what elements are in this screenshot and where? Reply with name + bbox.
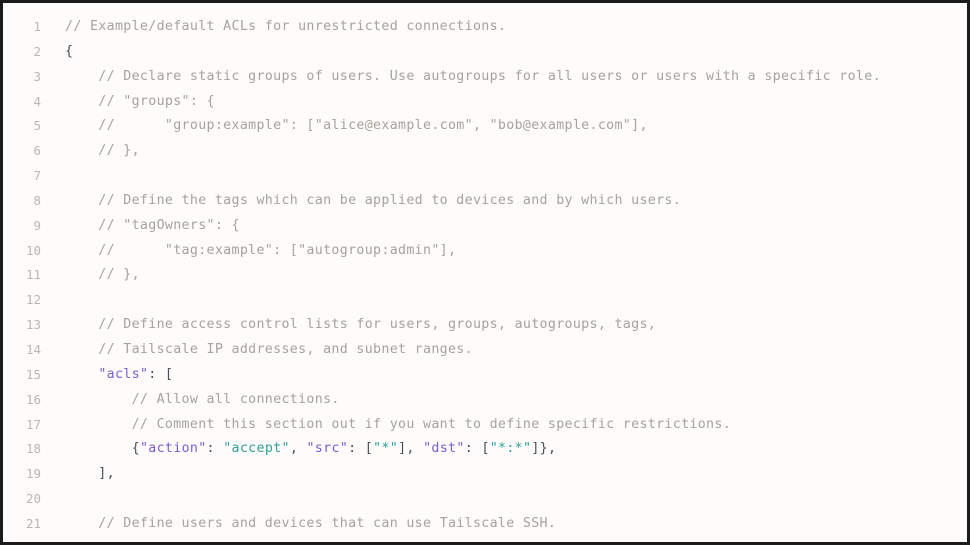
line-number: 4 <box>33 93 41 109</box>
code-line[interactable]: 18 {"action": "accept", "src": ["*"], "d… <box>3 437 967 462</box>
code-line-content[interactable]: // "tagOwners": { <box>47 214 967 239</box>
token-punct: { <box>131 441 140 457</box>
token-string: "*" <box>373 441 399 457</box>
code-line-content[interactable]: // Allow all connections. <box>47 388 967 413</box>
code-line[interactable]: 10 // "tag:example": ["autogroup:admin"]… <box>3 239 967 264</box>
code-line-content[interactable]: {"action": "accept", "src": ["*"], "dst"… <box>47 437 967 462</box>
code-editor-scroll-area[interactable]: 1 // Example/default ACLs for unrestricte… <box>3 3 967 542</box>
code-line-content[interactable]: // Comment this section out if you want … <box>47 413 967 438</box>
code-line[interactable]: 2{ <box>3 40 967 65</box>
token-punct: { <box>65 43 74 59</box>
token-punct: : [ <box>148 366 174 382</box>
token-comment: // Comment this section out if you want … <box>65 416 732 432</box>
token-punct: : [ <box>464 441 490 457</box>
code-line-content[interactable]: ], <box>47 462 967 487</box>
line-number: 5 <box>33 118 41 134</box>
code-line[interactable]: 1 // Example/default ACLs for unrestricte… <box>3 15 967 40</box>
token-comment: // Declare static groups of users. Use a… <box>65 68 881 84</box>
line-number: 19 <box>25 466 41 482</box>
code-line[interactable]: 19 ], <box>3 462 967 487</box>
token-punct: : <box>206 441 224 457</box>
code-line[interactable]: 9 // "tagOwners": { <box>3 214 967 239</box>
code-line[interactable]: 6 // }, <box>3 139 967 164</box>
line-number: 6 <box>33 143 41 159</box>
token-comment: // "group:example": ["alice@example.com"… <box>65 118 648 134</box>
token-key: "acls" <box>98 366 149 382</box>
code-line-content[interactable]: { <box>47 40 967 65</box>
token-comment: // "tagOwners": { <box>65 217 240 233</box>
token-comment: // Define access control lists for users… <box>65 317 657 333</box>
code-line[interactable]: 8 // Define the tags which can be applie… <box>3 189 967 214</box>
token-punct: ], <box>65 466 115 482</box>
code-line-content[interactable]: // }, <box>47 139 967 164</box>
code-line-content[interactable]: // Define users and devices that can use… <box>47 512 967 537</box>
token-punct: , <box>289 441 307 457</box>
token-comment: // Define the tags which can be applied … <box>65 192 682 208</box>
line-number: 13 <box>25 317 41 333</box>
token-comment: // Define users and devices that can use… <box>65 515 557 531</box>
line-number: 17 <box>25 416 41 432</box>
code-line[interactable]: 15 "acls": [ <box>3 363 967 388</box>
line-number: 11 <box>25 267 41 283</box>
code-line[interactable]: 12 <box>3 288 967 313</box>
code-line-content[interactable]: // "group:example": ["alice@example.com"… <box>47 114 967 139</box>
code-line[interactable]: 11 // }, <box>3 263 967 288</box>
line-number: 10 <box>25 242 41 258</box>
code-line[interactable]: 17 // Comment this section out if you wa… <box>3 413 967 438</box>
line-number: 3 <box>33 68 41 84</box>
token-comment: // "groups": { <box>65 93 215 109</box>
code-line-content[interactable]: // "groups": { <box>47 90 967 115</box>
code-line-content[interactable]: // "tag:example": ["autogroup:admin"], <box>47 239 967 264</box>
code-line-content[interactable]: // Define access control lists for users… <box>47 313 967 338</box>
code-line[interactable]: 20 <box>3 487 967 512</box>
token-comment: // }, <box>65 267 140 283</box>
code-line[interactable]: 13 // Define access control lists for us… <box>3 313 967 338</box>
code-line[interactable]: 7 <box>3 164 967 189</box>
line-number: 18 <box>25 441 41 457</box>
code-line-content[interactable]: // Tailscale IP addresses, and subnet ra… <box>47 338 967 363</box>
token-key: "dst" <box>423 441 465 457</box>
line-number: 9 <box>33 217 41 233</box>
token-punct: : [ <box>348 441 374 457</box>
line-number: 8 <box>33 192 41 208</box>
token-comment: // "tag:example": ["autogroup:admin"], <box>65 242 457 258</box>
token-key: "action" <box>139 441 207 457</box>
code-line[interactable]: 5 // "group:example": ["alice@example.co… <box>3 114 967 139</box>
line-number: 1 <box>33 19 41 34</box>
code-line[interactable]: 14 // Tailscale IP addresses, and subnet… <box>3 338 967 363</box>
token-string: "*:*" <box>489 441 532 457</box>
line-number: 2 <box>33 43 41 59</box>
code-line[interactable]: 16 // Allow all connections. <box>3 388 967 413</box>
token-comment: // }, <box>65 143 140 159</box>
line-number: 12 <box>25 292 41 308</box>
line-number: 20 <box>25 491 41 507</box>
code-line[interactable]: 4 // "groups": { <box>3 90 967 115</box>
code-line-content[interactable]: // Example/default ACLs for unrestricted… <box>47 15 967 40</box>
code-line[interactable]: 3 // Declare static groups of users. Use… <box>3 65 967 90</box>
token-punct: ]}, <box>531 441 557 457</box>
code-line-content[interactable]: // }, <box>47 263 967 288</box>
code-line-content[interactable]: "acls": [ <box>47 363 967 388</box>
line-number: 15 <box>25 366 41 382</box>
line-number: 14 <box>25 341 41 357</box>
token-comment: // Allow all connections. <box>65 391 340 407</box>
token-string: "accept" <box>223 441 290 457</box>
line-number: 7 <box>33 168 41 184</box>
token-comment: // Tailscale IP addresses, and subnet ra… <box>65 341 473 357</box>
code-line[interactable]: 21 // Define users and devices that can … <box>3 512 967 537</box>
token-comment: // Example/default ACLs for unrestricted… <box>65 19 507 34</box>
code-editor[interactable]: 1 // Example/default ACLs for unrestricte… <box>0 0 970 545</box>
line-number: 21 <box>25 515 41 531</box>
token-punct: ], <box>398 441 424 457</box>
line-number: 16 <box>25 391 41 407</box>
code-line-content[interactable]: // Define the tags which can be applied … <box>47 189 967 214</box>
code-line-content[interactable]: // Declare static groups of users. Use a… <box>47 65 967 90</box>
token-key: "src" <box>306 441 349 457</box>
